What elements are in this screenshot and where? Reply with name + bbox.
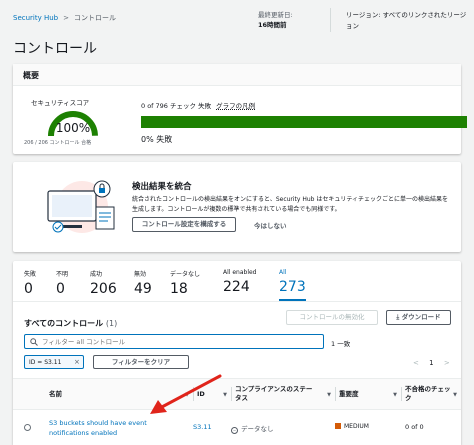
stat-label: All enabled <box>223 269 257 276</box>
download-icon: ⤓ <box>396 313 400 321</box>
next-page-icon[interactable]: > <box>444 359 450 367</box>
control-id-link[interactable]: S3.11 <box>193 423 212 431</box>
stat-disabled[interactable]: 無効 49 <box>134 269 152 297</box>
search-box[interactable] <box>24 334 324 349</box>
stat-value: 18 <box>170 281 188 297</box>
control-name-link[interactable]: S3 buckets should have event notificatio… <box>49 418 159 438</box>
consolidation-illustration-icon <box>47 180 115 233</box>
stat-value: 273 <box>279 279 306 295</box>
column-compliance[interactable]: コンプライアンスのステータス ▼ <box>231 379 335 409</box>
all-controls-title: すべてのコントロール (1) <box>24 318 117 329</box>
stat-label: All <box>279 269 287 276</box>
pagination: < 1 > <box>409 359 454 367</box>
remove-filter-icon[interactable]: × <box>74 358 80 366</box>
security-score-subtext: 206 / 206 コントロール 合格 <box>24 140 92 146</box>
disable-control-button[interactable]: コントロールの無効化 <box>286 310 378 325</box>
stat-all-enabled[interactable]: All enabled 224 <box>223 269 257 295</box>
clear-filter-button[interactable]: フィルターをクリア <box>93 355 189 369</box>
region-info: リージョン: すべてのリンクされたリージョン <box>346 11 467 30</box>
check-summary: 0 of 796 チェック 失敗 グラフの凡例 <box>141 100 255 110</box>
header-divider <box>330 8 331 32</box>
stat-unknown[interactable]: 不明 0 <box>56 269 68 297</box>
overview-panel: 概要 セキュリティスコア 100% 206 / 206 コントロール 合格 0 … <box>13 64 467 154</box>
stat-value: 49 <box>134 281 152 297</box>
last-updated-label: 最終更新日: <box>258 11 293 19</box>
download-button[interactable]: ⤓ ダウンロード <box>386 310 451 325</box>
compliance-status: − データなし <box>231 423 274 434</box>
top-bar: Security Hub > コントロール 最終更新日: 16時間前 リージョン: … <box>0 0 474 36</box>
sort-icon: ▼ <box>453 392 457 398</box>
last-updated-value: 16時間前 <box>258 21 287 29</box>
consolidation-description: 統合されたコントロールの検出結果をオンにすると、Security Hub はセキ… <box>132 196 449 213</box>
overview-heading: 概要 <box>13 64 461 86</box>
stat-failed[interactable]: 失敗 0 <box>24 269 36 297</box>
column-severity-label: 重要度 <box>339 389 359 398</box>
column-divider <box>401 387 402 401</box>
pass-fill <box>141 116 467 128</box>
stat-value: 0 <box>24 281 33 297</box>
configure-control-settings-button[interactable]: コントロール設定を構成する <box>132 217 236 232</box>
medium-severity-icon <box>335 423 341 429</box>
stat-passed[interactable]: 成功 206 <box>90 269 117 297</box>
stats-divider <box>13 301 461 302</box>
stat-value: 0 <box>56 281 65 297</box>
stat-label: 無効 <box>134 271 147 278</box>
failed-checks: 0 of 0 <box>405 423 424 431</box>
consolidation-heading: 検出結果を統合 <box>132 182 192 192</box>
check-count-text: 0 of 796 チェック 失敗 <box>141 102 212 110</box>
severity-badge: MEDIUM <box>335 423 369 430</box>
match-count: 1 一致 <box>331 340 351 348</box>
breadcrumb-security-hub[interactable]: Security Hub <box>13 14 58 22</box>
stat-label: データなし <box>170 271 201 278</box>
last-updated: 最終更新日: 16時間前 <box>258 10 293 30</box>
search-icon <box>30 338 38 346</box>
page-number[interactable]: 1 <box>429 359 433 367</box>
filter-token-text: ID = S3.11 <box>29 359 62 366</box>
stat-value: 206 <box>90 281 117 297</box>
all-controls-label: すべてのコントロール <box>24 319 104 328</box>
column-compliance-label: コンプライアンスのステータス <box>235 385 313 402</box>
stat-all[interactable]: All 273 <box>279 269 306 302</box>
annotation-arrow-icon <box>150 374 222 414</box>
graph-legend-link[interactable]: グラフの凡例 <box>216 102 255 110</box>
stat-label: 成功 <box>90 271 103 278</box>
column-failed-label: 不合格のチェック <box>405 385 451 402</box>
search-input[interactable] <box>42 336 312 347</box>
row-select-radio[interactable] <box>24 424 31 431</box>
compliance-status-text: データなし <box>241 425 274 433</box>
no-data-icon: − <box>231 427 238 434</box>
breadcrumb: Security Hub > コントロール <box>13 13 116 23</box>
filter-token: ID = S3.11 × <box>24 355 84 369</box>
pass-fail-bar <box>141 116 467 128</box>
breadcrumb-separator: > <box>63 14 69 22</box>
sort-icon: ▼ <box>327 392 331 398</box>
security-score-percent: 100% <box>55 121 91 135</box>
prev-page-icon[interactable]: < <box>413 359 419 367</box>
page-title: コントロール <box>13 41 97 57</box>
column-severity[interactable]: 重要度 ▼ <box>335 379 401 409</box>
severity-text: MEDIUM <box>344 423 369 430</box>
column-failed-checks[interactable]: 不合格のチェック ▼ <box>401 379 461 409</box>
stat-label: 不明 <box>56 271 69 278</box>
breadcrumb-current: コントロール <box>74 14 116 22</box>
stat-no-data[interactable]: データなし 18 <box>170 269 200 297</box>
not-now-button[interactable]: 今はしない <box>254 220 287 230</box>
fail-percent: 0% 失敗 <box>141 135 173 144</box>
all-controls-count: (1) <box>105 319 118 328</box>
sort-icon: ▼ <box>393 392 397 398</box>
consolidation-panel: 検出結果を統合 統合されたコントロールの検出結果をオンにすると、Security… <box>13 162 461 252</box>
column-name-label: 名前 <box>49 389 62 398</box>
download-label: ダウンロード <box>401 313 441 321</box>
stat-value: 224 <box>223 279 250 295</box>
column-divider <box>335 387 336 401</box>
stat-label: 失敗 <box>24 271 37 278</box>
